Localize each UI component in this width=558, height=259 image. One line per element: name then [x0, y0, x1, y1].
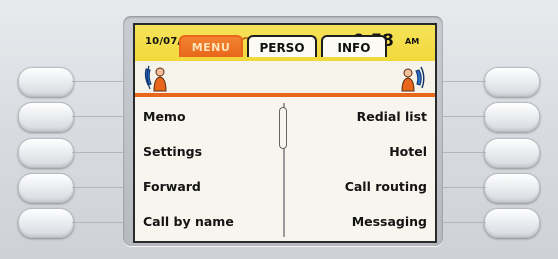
- left-softkey-1-lead: [72, 81, 124, 82]
- menu-item-hotel[interactable]: Hotel: [389, 144, 427, 159]
- left-softkey-5-lead: [72, 222, 124, 223]
- navigate-left-icon[interactable]: [141, 63, 175, 95]
- right-softkey-2[interactable]: [484, 102, 540, 132]
- status-ampm: AM: [405, 37, 420, 46]
- left-softkey-5[interactable]: [18, 208, 74, 238]
- left-softkey-1[interactable]: [18, 67, 74, 97]
- tab-perso[interactable]: PERSO: [247, 35, 317, 57]
- right-softkey-1[interactable]: [484, 67, 540, 97]
- scroll-thumb[interactable]: [279, 107, 287, 149]
- left-softkey-2-lead: [72, 116, 124, 117]
- display-screen: 10/07/03 AM MENU PERSO INFO Memo Setting…: [133, 23, 437, 243]
- tab-bar: [135, 61, 435, 97]
- right-softkey-4[interactable]: [484, 173, 540, 203]
- left-softkey-4-lead: [72, 187, 124, 188]
- menu-item-memo[interactable]: Memo: [143, 109, 186, 124]
- tab-info[interactable]: INFO: [321, 35, 387, 57]
- left-softkey-4[interactable]: [18, 173, 74, 203]
- menu-item-messaging[interactable]: Messaging: [352, 214, 427, 229]
- menu-item-call-by-name[interactable]: Call by name: [143, 214, 234, 229]
- menu-area: Memo Settings Forward Call by name Redia…: [135, 97, 435, 241]
- left-softkey-3-lead: [72, 152, 124, 153]
- left-softkey-2[interactable]: [18, 102, 74, 132]
- menu-item-settings[interactable]: Settings: [143, 144, 202, 159]
- tab-menu[interactable]: MENU: [179, 35, 243, 57]
- menu-item-redial-list[interactable]: Redial list: [357, 109, 427, 124]
- menu-item-forward[interactable]: Forward: [143, 179, 201, 194]
- left-softkey-3[interactable]: [18, 138, 74, 168]
- right-softkey-5[interactable]: [484, 208, 540, 238]
- phone-device: 10/07/03 AM MENU PERSO INFO Memo Setting…: [0, 0, 558, 259]
- navigate-right-icon[interactable]: [395, 63, 429, 95]
- menu-item-call-routing[interactable]: Call routing: [345, 179, 427, 194]
- right-softkey-3[interactable]: [484, 138, 540, 168]
